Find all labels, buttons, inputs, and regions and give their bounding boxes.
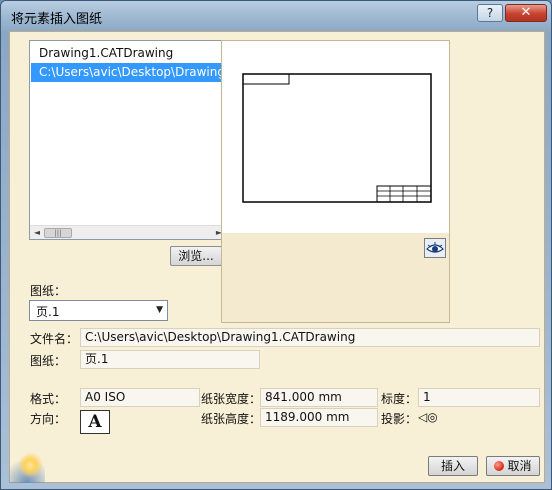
scale-label: 标度： (381, 392, 418, 406)
title-bar[interactable]: 将元素插入图纸 ? ✕ (1, 1, 551, 31)
cancel-button[interactable]: 取消 (486, 456, 540, 476)
orientation-label: 方向： (30, 412, 67, 426)
list-item-drawing-path[interactable]: C:\Users\avic\Desktop\Drawing1.CATDrawin… (31, 63, 225, 82)
scroll-thumb[interactable]: ||| (44, 228, 72, 238)
format-label: 格式： (30, 392, 67, 406)
sheet-select-value: 页.1 (36, 305, 60, 319)
sheet-select[interactable]: 页.1 ▼ (29, 300, 168, 321)
close-icon: ✕ (520, 5, 532, 20)
paper-width-label: 纸张宽度： (201, 392, 262, 406)
sheet-preview (221, 40, 450, 323)
list-item-drawing[interactable]: Drawing1.CATDrawing (31, 44, 225, 63)
eye-icon (426, 242, 444, 253)
cancel-button-label: 取消 (507, 459, 532, 473)
paper-height-field: 1189.000 mm (260, 408, 378, 427)
drawing-frame-thumbnail (242, 73, 432, 203)
projection-label: 投影： (381, 412, 418, 426)
sheet-name-label: 图纸： (30, 354, 67, 368)
help-button[interactable]: ? (477, 4, 503, 22)
preview-canvas (222, 41, 449, 233)
first-angle-projection-icon: ◁◎ (418, 410, 438, 424)
catia-logo-icon (9, 453, 45, 483)
dialog-title: 将元素插入图纸 (11, 12, 103, 27)
file-name-label: 文件名： (30, 332, 79, 346)
cancel-icon (494, 461, 505, 471)
close-button[interactable]: ✕ (505, 4, 547, 22)
paper-width-field: 841.000 mm (260, 388, 378, 407)
horizontal-scrollbar[interactable]: ◄ ||| ► (30, 225, 226, 239)
insert-button[interactable]: 插入 (428, 456, 478, 476)
portrait-orientation-icon: A (80, 410, 110, 434)
preview-eye-button[interactable] (424, 238, 446, 258)
sheet-name-field: 页.1 (80, 350, 260, 369)
file-name-field: C:\Users\avic\Desktop\Drawing1.CATDrawin… (80, 328, 540, 347)
insert-button-label: 插入 (440, 459, 465, 473)
browse-button[interactable]: 浏览... (170, 246, 222, 266)
scale-field: 1 (418, 388, 540, 407)
help-icon: ? (486, 6, 494, 20)
paper-height-label: 纸张高度： (201, 412, 262, 426)
scroll-left-arrow-icon[interactable]: ◄ (32, 228, 42, 238)
sheet-selector-label: 图纸： (30, 284, 67, 298)
format-field: A0 ISO (80, 388, 200, 407)
dialog-body: Drawing1.CATDrawing C:\Users\avic\Deskto… (9, 31, 545, 483)
insert-elements-dialog: 将元素插入图纸 ? ✕ Drawing1.CATDrawing C:\Users… (0, 0, 552, 490)
chevron-down-icon[interactable]: ▼ (156, 305, 163, 315)
drawing-file-list[interactable]: Drawing1.CATDrawing C:\Users\avic\Deskto… (29, 40, 227, 240)
